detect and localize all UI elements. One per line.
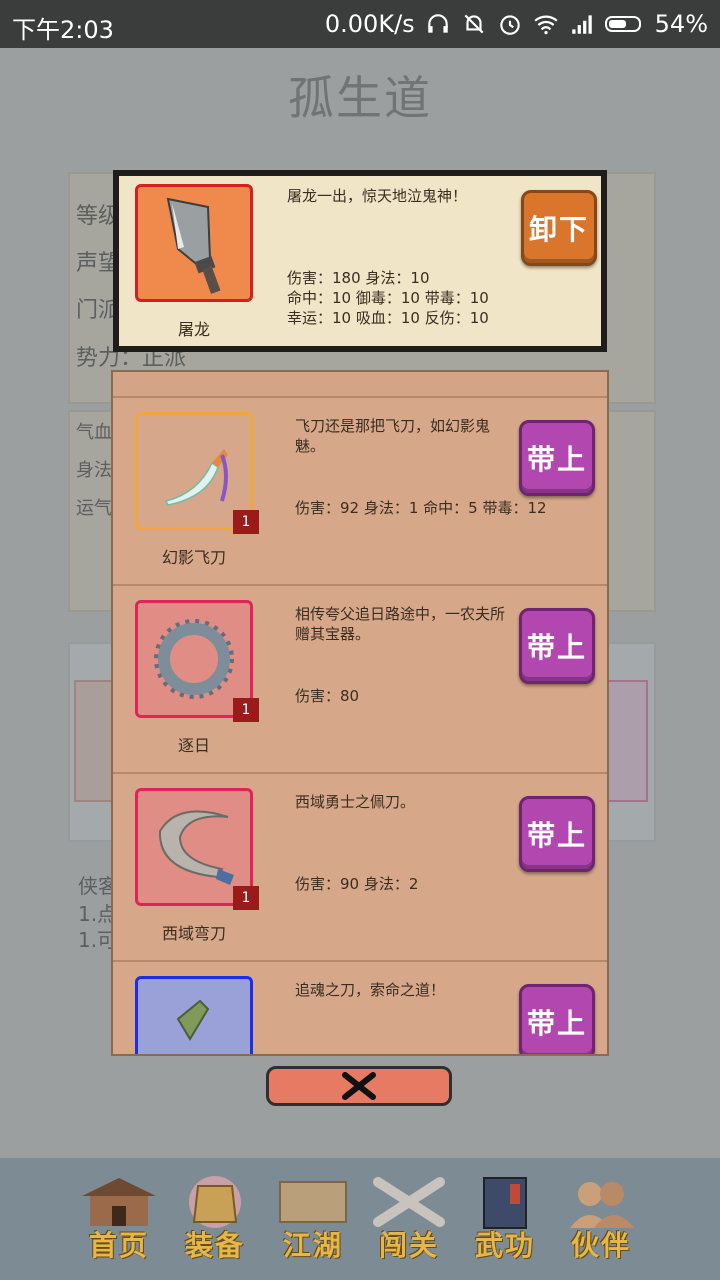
item-description: 追魂之刀，索命之道！: [295, 981, 446, 999]
equip-button[interactable]: 带上: [519, 608, 595, 684]
status-right: 0.00K/s 54%: [325, 10, 708, 38]
nav-equipment-label: 装备: [184, 1229, 245, 1262]
soul-blade-icon: [176, 999, 210, 1041]
list-top-strip: [113, 372, 607, 396]
nav-challenge-label: 闯关: [378, 1229, 439, 1262]
nav-equipment[interactable]: 装备: [170, 1172, 260, 1272]
battery-icon: [604, 16, 641, 32]
unequip-button[interactable]: 卸下: [521, 190, 597, 266]
item-count-badge: 1: [233, 510, 259, 534]
dragon-saber-icon: [166, 197, 221, 294]
item-description: 西域勇士之佩刀。: [295, 793, 416, 811]
item-stats: 伤害：80: [295, 687, 360, 705]
equipped-item-frame[interactable]: [135, 184, 253, 302]
alarm-icon: [499, 15, 520, 35]
wifi-icon: [534, 15, 558, 35]
nav-home-label: 首页: [88, 1229, 149, 1262]
mute-bell-icon: [464, 14, 484, 34]
nav-jianghu[interactable]: 江湖: [268, 1172, 358, 1272]
signal-icon: [571, 15, 592, 34]
nav-martial-arts[interactable]: 武功: [460, 1172, 550, 1272]
partners-icon: [570, 1182, 634, 1228]
headphones-icon: [427, 14, 448, 33]
equipped-stat-line-3: 幸运：10 吸血：10 反伤：10: [287, 309, 489, 327]
item-count-badge: 1: [233, 886, 259, 910]
inventory-row: 1 幻影飞刀 飞刀还是那把飞刀，如幻影鬼魅。 伤害：92 身法：1 命中：5 带…: [113, 396, 607, 585]
nav-jianghu-label: 江湖: [282, 1229, 343, 1262]
equipped-item-card: 屠龙 屠龙一出，惊天地泣鬼神！ 伤害：180 身法：10 命中：10 御毒：10…: [113, 170, 607, 352]
item-description: 飞刀还是那把飞刀，如幻影鬼魅。: [295, 417, 491, 455]
inventory-row: 1 逐日 相传夸父追日路途中，一农夫所赠其宝器。 伤害：80 带上: [113, 584, 607, 773]
battery-percent: 54%: [654, 10, 708, 38]
item-stats: 伤害：90 身法：2: [295, 875, 419, 893]
status-bar: 下午2:03 0.00K/s 54%: [0, 0, 720, 48]
nav-partners-label: 伙伴: [570, 1229, 631, 1262]
network-speed: 0.00K/s: [324, 10, 415, 38]
item-name: 幻影飞刀: [161, 548, 226, 567]
equip-button[interactable]: 带上: [519, 420, 595, 496]
nav-partners[interactable]: 伙伴: [556, 1172, 646, 1272]
crossed-swords-icon: [373, 1177, 445, 1227]
nav-martial-arts-label: 武功: [474, 1229, 535, 1262]
house-icon: [82, 1178, 156, 1226]
equipped-stat-line-1: 伤害：180 身法：10: [287, 269, 430, 287]
equipped-item-description: 屠龙一出，惊天地泣鬼神！: [287, 187, 468, 205]
equipped-stat-line-2: 命中：10 御毒：10 带毒：10: [287, 289, 489, 307]
status-time: 下午2:03: [12, 16, 114, 44]
armor-icon: [189, 1176, 241, 1228]
nav-challenge[interactable]: 闯关: [364, 1172, 454, 1272]
item-count-badge: 1: [233, 698, 259, 722]
inventory-list[interactable]: 1 幻影飞刀 飞刀还是那把飞刀，如幻影鬼魅。 伤害：92 身法：1 命中：5 带…: [111, 370, 609, 1056]
close-button[interactable]: [266, 1066, 452, 1106]
item-description: 相传夸父追日路途中，一农夫所赠其宝器。: [295, 605, 506, 643]
item-frame[interactable]: [135, 976, 253, 1054]
equipped-item-name: 屠龙: [177, 320, 210, 339]
book-icon: [483, 1177, 527, 1229]
scroll-map-icon: [279, 1181, 347, 1223]
inventory-row: 追魂之刀，索命之道！ 带上: [113, 960, 607, 1054]
item-stats: 伤害：92 身法：1 命中：5 带毒：12: [295, 499, 547, 517]
item-name: 西域弯刀: [161, 924, 226, 943]
equip-button[interactable]: 带上: [519, 984, 595, 1054]
inventory-row: 1 西域弯刀 西域勇士之佩刀。 伤害：90 身法：2 带上: [113, 772, 607, 961]
bottom-nav: 首页 装备 江湖 闯关 武功 伙伴: [0, 1158, 720, 1280]
item-name: 逐日: [177, 736, 210, 755]
x-icon: [342, 1072, 376, 1100]
nav-home[interactable]: 首页: [74, 1172, 164, 1272]
equip-button[interactable]: 带上: [519, 796, 595, 872]
